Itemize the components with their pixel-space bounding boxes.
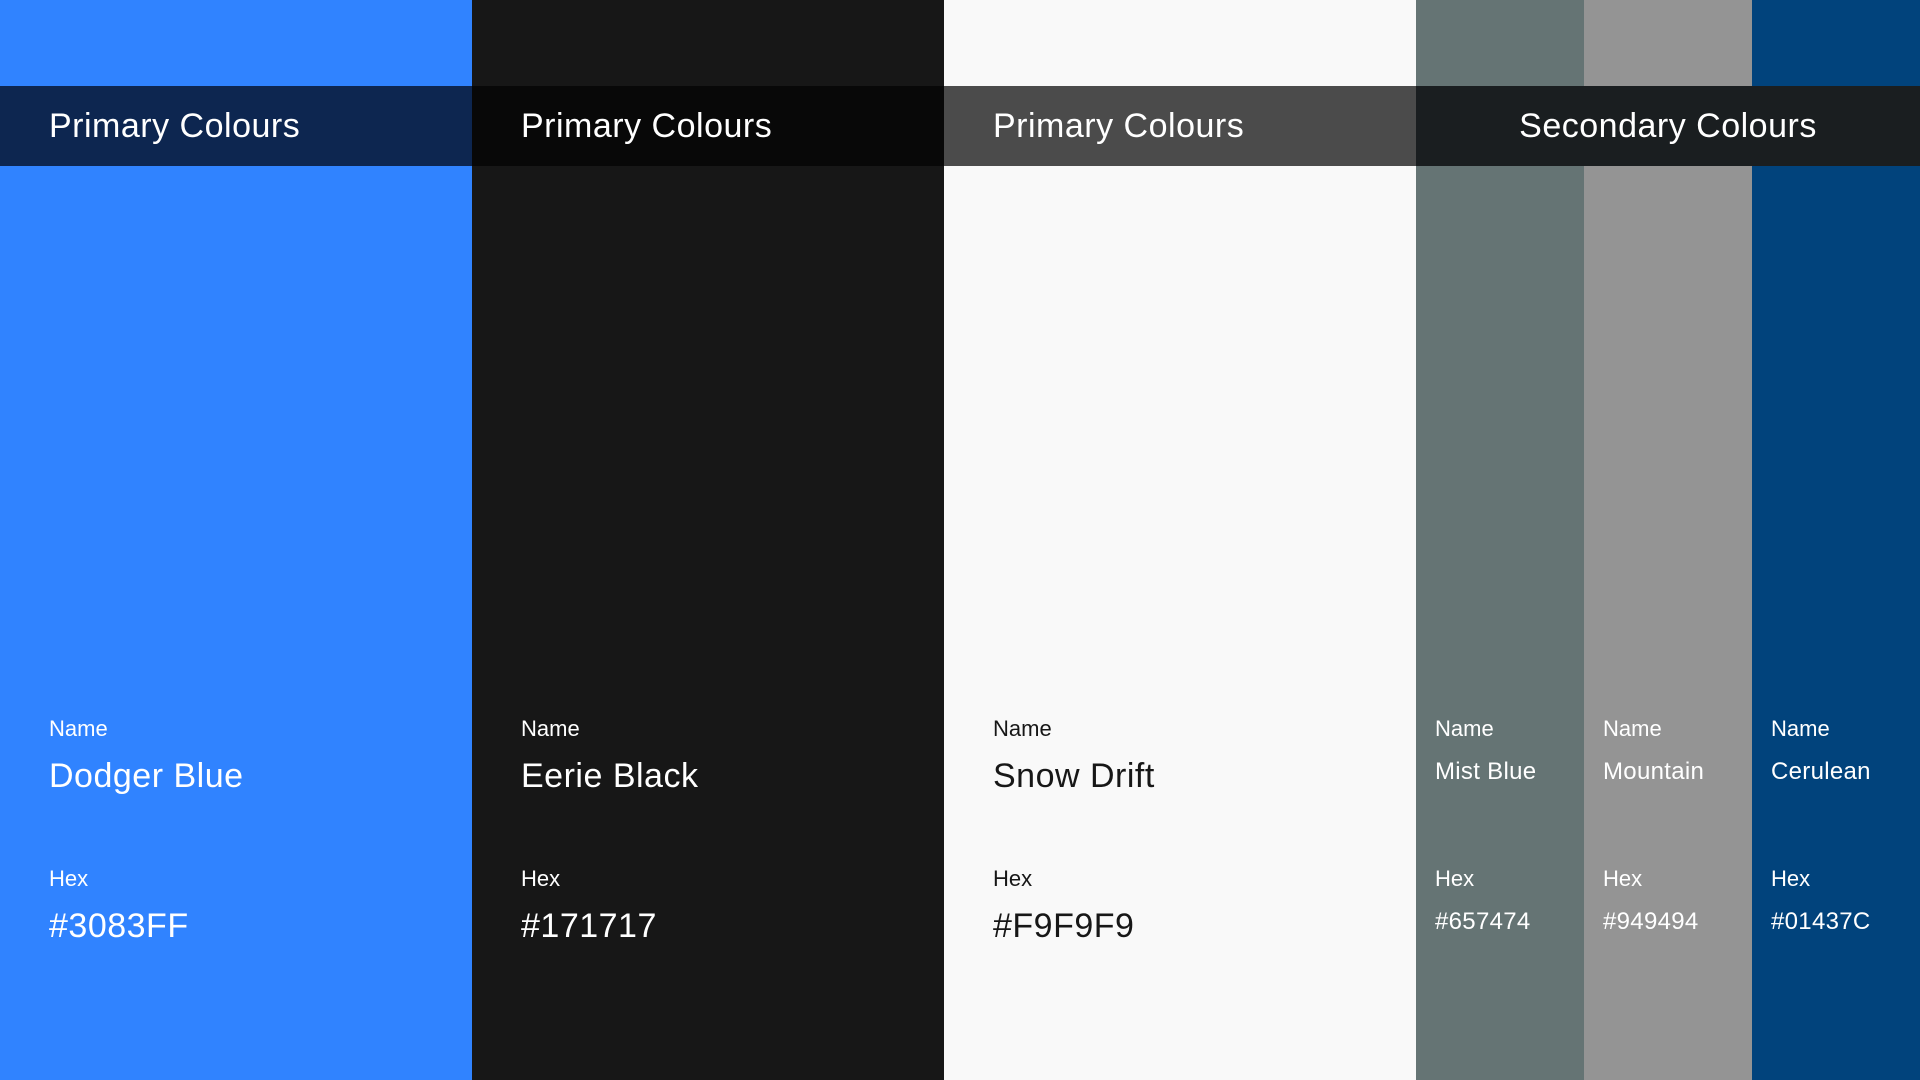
swatch-name: Eerie Black <box>521 757 699 795</box>
swatch-name: Mountain <box>1603 758 1705 785</box>
section-title: Primary Colours <box>49 106 301 145</box>
swatch-hex: #01437C <box>1771 908 1871 935</box>
colour-palette-board: Name Dodger Blue Hex #3083FF Name Eerie … <box>0 0 1920 1080</box>
swatch-hex-label: Hex <box>1603 866 1643 891</box>
swatch-hex-label: Hex <box>1435 866 1475 891</box>
section-header-primary: Primary Colours <box>472 86 944 166</box>
section-header-secondary: Secondary Colours <box>1416 86 1920 166</box>
section-header-primary: Primary Colours <box>0 86 472 166</box>
swatch-name: Dodger Blue <box>49 757 244 795</box>
section-header-primary: Primary Colours <box>944 86 1416 166</box>
swatch-hex-label: Hex <box>49 866 89 891</box>
section-title: Secondary Colours <box>1519 106 1817 145</box>
swatch-hex-label: Hex <box>993 866 1033 891</box>
swatch-name: Cerulean <box>1771 758 1871 785</box>
section-title: Primary Colours <box>993 106 1245 145</box>
swatch-hex-label: Hex <box>1771 866 1811 891</box>
swatch-hex: #657474 <box>1435 908 1531 935</box>
swatch-hex: #171717 <box>521 907 657 945</box>
swatch-name-label: Name <box>521 716 580 741</box>
swatch-hex: #949494 <box>1603 908 1699 935</box>
swatch-name-label: Name <box>1603 716 1662 741</box>
swatch-hex: #3083FF <box>49 907 189 945</box>
swatch-name-label: Name <box>49 716 108 741</box>
section-title: Primary Colours <box>521 106 773 145</box>
swatch-name-label: Name <box>993 716 1052 741</box>
swatch-hex: #F9F9F9 <box>993 907 1135 945</box>
swatch-name-label: Name <box>1771 716 1830 741</box>
swatch-name-label: Name <box>1435 716 1494 741</box>
swatch-hex-label: Hex <box>521 866 561 891</box>
swatch-name: Snow Drift <box>993 757 1155 795</box>
swatch-name: Mist Blue <box>1435 758 1537 785</box>
